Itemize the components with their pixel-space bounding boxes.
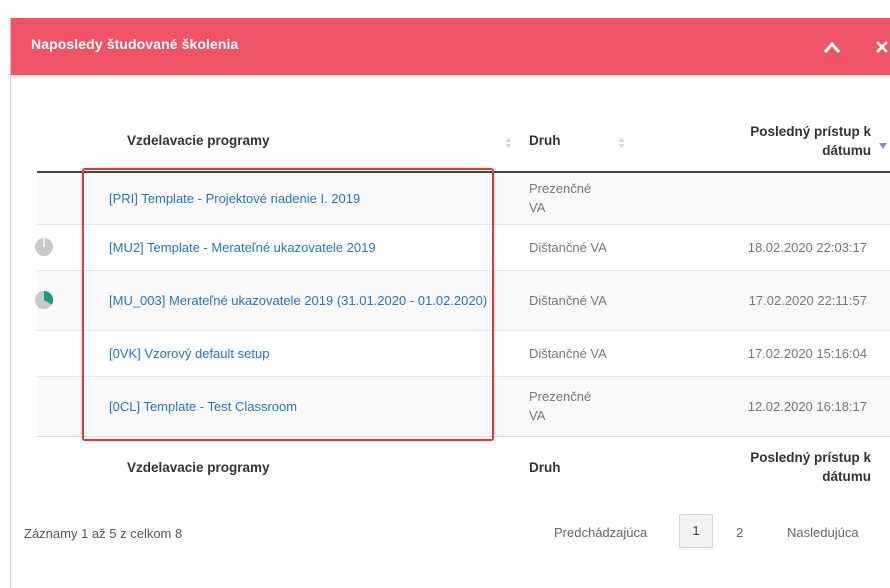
last-access-cell: 18.02.2020 22:03:17 (691, 223, 890, 270)
progress-cell (37, 329, 63, 376)
progress-cell (35, 269, 63, 330)
chevron-up-icon[interactable] (824, 40, 840, 54)
recent-trainings-panel: Naposledy študované školenia Vzdelavacie… (10, 18, 890, 588)
icon-header (37, 110, 63, 173)
column-header-last-access-line2: dátumu (822, 142, 871, 158)
program-link[interactable]: [PRI] Template - Projektové riadenie I. … (63, 189, 525, 208)
sort-icon (618, 138, 625, 148)
panel-title: Naposledy študované školenia (31, 36, 239, 52)
last-access-cell: 17.02.2020 15:16:04 (691, 329, 890, 376)
program-cell: [0CL] Template - Test Classroom (63, 375, 525, 436)
program-link[interactable]: [0VK] Vzorový default setup (63, 344, 525, 363)
panel-header: Naposledy študované školenia (11, 18, 890, 75)
table-row: [PRI] Template - Projektové riadenie I. … (37, 172, 890, 224)
last-access-cell (691, 172, 890, 224)
last-access-cell: 12.02.2020 16:18:17 (691, 375, 890, 436)
program-link[interactable]: [MU2] Template - Merateľné ukazovatele 2… (63, 238, 525, 257)
sort-desc-icon (879, 143, 887, 149)
program-cell: [MU_003] Merateľné ukazovatele 2019 (31.… (63, 269, 525, 330)
close-icon[interactable] (876, 40, 888, 54)
column-footer-program: Vzdelavacie programy (63, 435, 525, 498)
sort-icon (505, 138, 512, 148)
records-info: Záznamy 1 až 5 z celkom 8 (24, 526, 183, 541)
column-footer-last-access-line2: dátumu (822, 469, 871, 485)
column-footer-last-access-line1: Posledný prístup k (750, 450, 871, 466)
table-row: [0CL] Template - Test Classroom Prezenčn… (37, 375, 890, 436)
pagination: Predchádzajúca 1 2 Nasledujúca (554, 512, 884, 550)
column-header-type[interactable]: Druh (525, 110, 691, 173)
type-cell: Prezenčné VA (525, 375, 691, 436)
table-row: [MU_003] Merateľné ukazovatele 2019 (31.… (35, 269, 890, 330)
type-cell: Dištančné VA (525, 329, 691, 376)
table-row: [MU2] Template - Merateľné ukazovatele 2… (35, 223, 890, 270)
table-footer-row: Vzdelavacie programy Druh Posledný príst… (37, 435, 890, 498)
table-row: [0VK] Vzorový default setup Dištančné VA… (37, 329, 890, 376)
table-header-row: Vzdelavacie programy Druh Posledný príst… (37, 110, 890, 173)
progress-cell (35, 223, 63, 270)
column-footer-type: Druh (525, 435, 691, 498)
progress-cell (37, 375, 63, 436)
program-link[interactable]: [0CL] Template - Test Classroom (63, 397, 525, 416)
icon-footer (37, 435, 63, 498)
pagination-prev-button[interactable]: Predchádzajúca (554, 525, 647, 540)
trainings-table: Vzdelavacie programy Druh Posledný príst… (35, 110, 890, 498)
program-link[interactable]: [MU_003] Merateľné ukazovatele 2019 (31.… (63, 291, 525, 310)
type-cell: Dištančné VA (525, 269, 691, 330)
column-header-program[interactable]: Vzdelavacie programy (63, 110, 525, 173)
pagination-page-1-button[interactable]: 1 (679, 514, 713, 548)
last-access-cell: 17.02.2020 22:11:57 (691, 269, 890, 330)
column-header-program-label: Vzdelavacie programy (127, 133, 270, 148)
progress-pie-icon (35, 291, 54, 309)
column-header-last-access-line1: Posledný prístup k (750, 123, 871, 139)
column-header-type-label: Druh (529, 133, 561, 148)
column-header-last-access[interactable]: Posledný prístup k dátumu (691, 110, 890, 173)
pagination-next-button[interactable]: Nasledujúca (787, 525, 859, 540)
type-cell: Dištančné VA (525, 223, 691, 270)
progress-cell (37, 172, 63, 224)
program-cell: [0VK] Vzorový default setup (63, 329, 525, 376)
progress-pie-icon (35, 238, 53, 256)
column-footer-last-access: Posledný prístup k dátumu (691, 435, 890, 498)
program-cell: [MU2] Template - Merateľné ukazovatele 2… (63, 223, 525, 270)
pagination-page-2-button[interactable]: 2 (736, 525, 743, 540)
type-cell: Prezenčné VA (529, 181, 592, 216)
program-cell: [PRI] Template - Projektové riadenie I. … (63, 172, 525, 224)
